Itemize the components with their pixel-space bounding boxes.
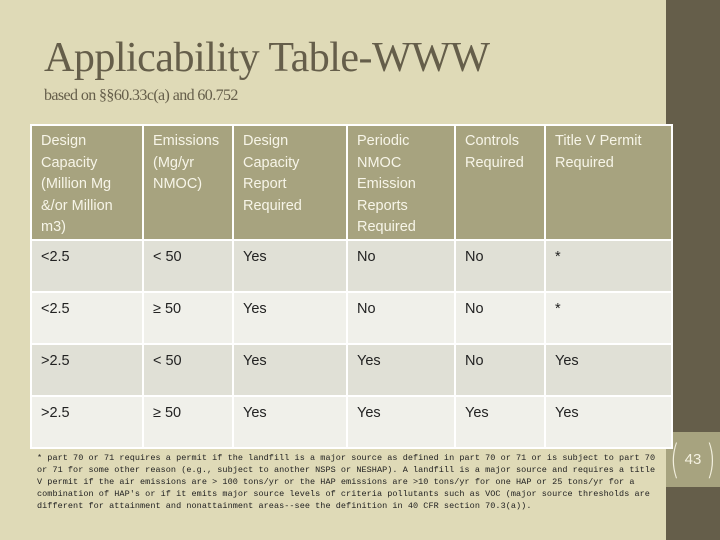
header-controls-required: Controls Required [454, 124, 546, 241]
cell-emissions: < 50 [142, 238, 234, 293]
right-bracket-icon: ) [706, 436, 716, 483]
cell-controls-required: No [454, 238, 546, 293]
cell-design-capacity: >2.5 [30, 342, 144, 397]
header-design-capacity: Design Capacity (Million Mg &/or Million… [30, 124, 144, 241]
footnote: * part 70 or 71 requires a permit if the… [37, 453, 661, 511]
cell-design-capacity-report: Yes [232, 290, 348, 345]
table-row: >2.5 < 50 Yes Yes No Yes [30, 342, 673, 397]
table-row: >2.5 ≥ 50 Yes Yes Yes Yes [30, 394, 673, 449]
slide-subtitle: based on §§60.33c(a) and 60.752 [44, 87, 238, 104]
cell-periodic-nmoc-reports: Yes [346, 342, 456, 397]
table-row: <2.5 < 50 Yes No No * [30, 238, 673, 293]
table-header-row: Design Capacity (Million Mg &/or Million… [30, 124, 673, 241]
cell-design-capacity-report: Yes [232, 238, 348, 293]
cell-controls-required: Yes [454, 394, 546, 449]
table-row: <2.5 ≥ 50 Yes No No * [30, 290, 673, 345]
cell-title-v-permit: * [544, 238, 673, 293]
cell-periodic-nmoc-reports: No [346, 290, 456, 345]
header-periodic-nmoc-reports: Periodic NMOC Emission Reports Required [346, 124, 456, 241]
cell-design-capacity-report: Yes [232, 394, 348, 449]
cell-title-v-permit: * [544, 290, 673, 345]
cell-title-v-permit: Yes [544, 394, 673, 449]
cell-emissions: ≥ 50 [142, 394, 234, 449]
header-emissions: Emissions (Mg/yr NMOC) [142, 124, 234, 241]
cell-design-capacity-report: Yes [232, 342, 348, 397]
cell-periodic-nmoc-reports: Yes [346, 394, 456, 449]
cell-controls-required: No [454, 290, 546, 345]
cell-periodic-nmoc-reports: No [346, 238, 456, 293]
header-title-v-permit: Title V Permit Required [544, 124, 673, 241]
cell-title-v-permit: Yes [544, 342, 673, 397]
header-design-capacity-report: Design Capacity Report Required [232, 124, 348, 241]
page-number-badge: ( 43 ) [666, 432, 720, 487]
slide-title: Applicability Table-WWW [44, 35, 490, 81]
cell-design-capacity: >2.5 [30, 394, 144, 449]
cell-design-capacity: <2.5 [30, 290, 144, 345]
cell-design-capacity: <2.5 [30, 238, 144, 293]
cell-emissions: < 50 [142, 342, 234, 397]
applicability-table: Design Capacity (Million Mg &/or Million… [30, 124, 673, 449]
cell-controls-required: No [454, 342, 546, 397]
cell-emissions: ≥ 50 [142, 290, 234, 345]
page-number: 43 [684, 451, 702, 468]
